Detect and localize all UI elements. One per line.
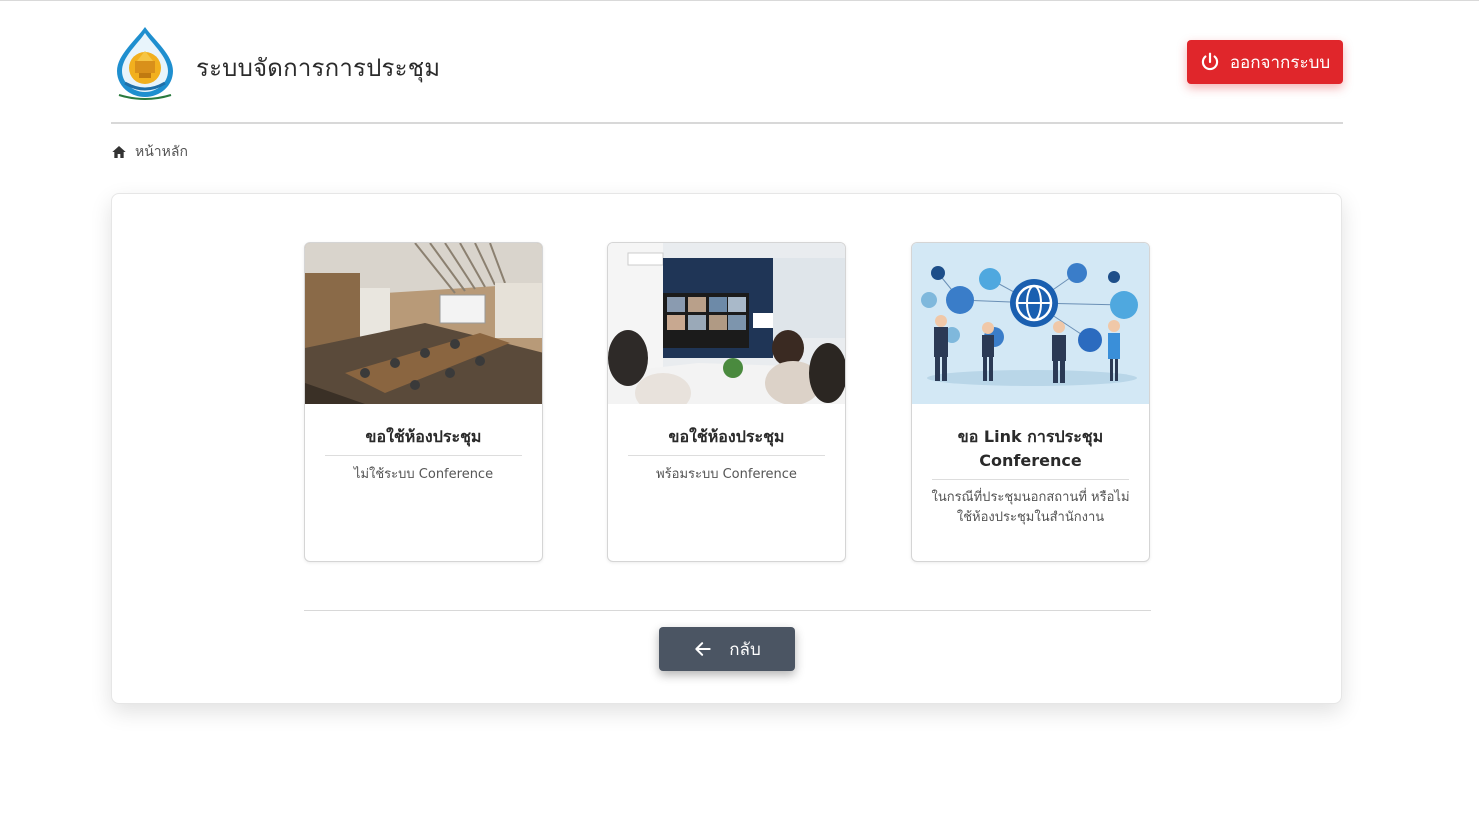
breadcrumb-home-label[interactable]: หน้าหลัก (135, 141, 188, 163)
card-meeting-room-no-conference[interactable]: ขอใช้ห้องประชุม ไม่ใช้ระบบ Conference (304, 242, 543, 562)
back-button[interactable]: กลับ (659, 627, 795, 671)
card-subtitle-line2: ใช้ห้องประชุมในสำนักงาน (956, 510, 1105, 525)
app-title: ระบบจัดการการประชุม (196, 54, 441, 82)
card-subtitle-line1: ในกรณีที่ประชุมนอกสถานที่ หรือไม่ (931, 490, 1130, 505)
power-icon (1201, 52, 1218, 71)
network-people-illustration (912, 243, 1149, 404)
logout-button[interactable]: ออกจากระบบ (1187, 40, 1343, 84)
header: ระบบจัดการการประชุม ออกจากระบบ (111, 23, 1343, 101)
back-label: กลับ (729, 639, 761, 660)
card-subtitle: พร้อมระบบ Conference (656, 467, 797, 482)
card-title-line2: Conference (979, 451, 1082, 470)
card-title: ขอ Link การประชุม Conference (924, 425, 1137, 473)
header-divider (111, 122, 1343, 124)
breadcrumb: หน้าหลัก (111, 141, 188, 163)
logout-label: ออกจากระบบ (1229, 52, 1331, 73)
card-separator (325, 455, 522, 456)
home-icon[interactable] (111, 144, 127, 160)
card-conference-link[interactable]: ขอ Link การประชุม Conference ในกรณีที่ปร… (911, 242, 1150, 562)
card-separator (628, 455, 825, 456)
video-meeting-photo (608, 243, 845, 404)
main-panel: ขอใช้ห้องประชุม ไม่ใช้ระบบ Conference ขอ… (111, 193, 1342, 704)
department-seal-logo (111, 25, 179, 101)
card-subtitle: ในกรณีที่ประชุมนอกสถานที่ หรือไม่ ใช้ห้อ… (924, 488, 1137, 528)
panel-divider (304, 610, 1151, 611)
card-title: ขอใช้ห้องประชุม (668, 427, 785, 446)
arrow-left-icon (695, 642, 711, 656)
card-title: ขอใช้ห้องประชุม (365, 427, 482, 446)
card-subtitle: ไม่ใช้ระบบ Conference (353, 467, 494, 482)
card-meeting-room-with-conference[interactable]: ขอใช้ห้องประชุม พร้อมระบบ Conference (607, 242, 846, 562)
card-title-line1: ขอ Link การประชุม (957, 427, 1104, 446)
card-separator (932, 479, 1129, 480)
conference-room-photo (305, 243, 542, 404)
